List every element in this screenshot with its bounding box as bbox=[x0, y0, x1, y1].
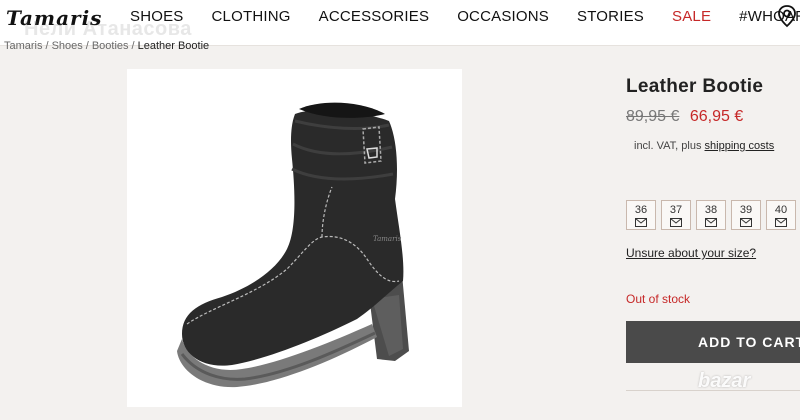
boot-image: Tamaris bbox=[177, 102, 409, 388]
breadcrumb-current: Leather Bootie bbox=[137, 40, 210, 52]
product-image[interactable]: Tamaris bbox=[127, 69, 462, 407]
size-option-40[interactable]: 40 bbox=[766, 200, 796, 230]
nav-shoes[interactable]: SHOES bbox=[130, 8, 198, 25]
main-nav: SHOES CLOTHING ACCESSORIES OCCASIONS STO… bbox=[130, 8, 800, 25]
envelope-icon bbox=[775, 218, 787, 227]
bazar-watermark-logo: bazar bbox=[698, 370, 751, 392]
size-option-37[interactable]: 37 bbox=[661, 200, 691, 230]
envelope-icon bbox=[670, 218, 682, 227]
size-option-39[interactable]: 39 bbox=[731, 200, 761, 230]
breadcrumb-separator: / bbox=[85, 40, 89, 52]
envelope-icon bbox=[740, 218, 752, 227]
store-locator-icon[interactable] bbox=[776, 4, 798, 28]
size-selector: 36 37 38 39 40 bbox=[626, 200, 796, 230]
size-option-36[interactable]: 36 bbox=[626, 200, 656, 230]
size-label: 38 bbox=[704, 204, 718, 216]
breadcrumb-separator: / bbox=[131, 40, 135, 52]
breadcrumb-shoes[interactable]: Shoes bbox=[52, 40, 83, 52]
price-block: 89,95 € 66,95 € bbox=[626, 108, 743, 126]
breadcrumb: Tamaris / Shoes / Booties / Leather Bootie bbox=[4, 40, 209, 52]
product-title: Leather Bootie bbox=[626, 76, 764, 97]
add-to-cart-button[interactable]: ADD TO CART bbox=[626, 321, 800, 363]
brand-logo-text: Tamaris bbox=[6, 6, 103, 30]
breadcrumb-separator: / bbox=[45, 40, 49, 52]
nav-stories[interactable]: STORIES bbox=[563, 8, 658, 25]
nav-sale[interactable]: SALE bbox=[658, 8, 725, 25]
envelope-icon bbox=[635, 218, 647, 227]
vat-note: incl. VAT, plus shipping costs bbox=[634, 140, 774, 152]
nav-clothing[interactable]: CLOTHING bbox=[198, 8, 305, 25]
stock-status: Out of stock bbox=[626, 292, 691, 306]
nav-accessories[interactable]: ACCESSORIES bbox=[305, 8, 444, 25]
breadcrumb-home[interactable]: Tamaris bbox=[4, 40, 43, 52]
size-option-38[interactable]: 38 bbox=[696, 200, 726, 230]
envelope-icon bbox=[705, 218, 717, 227]
size-label: 37 bbox=[669, 204, 683, 216]
svg-text:Tamaris: Tamaris bbox=[373, 235, 402, 243]
nav-occasions[interactable]: OCCASIONS bbox=[443, 8, 563, 25]
size-label: 39 bbox=[739, 204, 753, 216]
breadcrumb-booties[interactable]: Booties bbox=[92, 40, 129, 52]
vat-text: incl. VAT, plus bbox=[634, 140, 702, 152]
sale-price: 66,95 € bbox=[689, 108, 744, 125]
brand-logo[interactable]: Tamaris bbox=[6, 6, 102, 30]
old-price: 89,95 € bbox=[626, 108, 680, 125]
size-label: 36 bbox=[634, 204, 648, 216]
size-label: 40 bbox=[774, 204, 788, 216]
size-help-link[interactable]: Unsure about your size? bbox=[626, 246, 756, 260]
shipping-costs-link[interactable]: shipping costs bbox=[705, 140, 775, 152]
